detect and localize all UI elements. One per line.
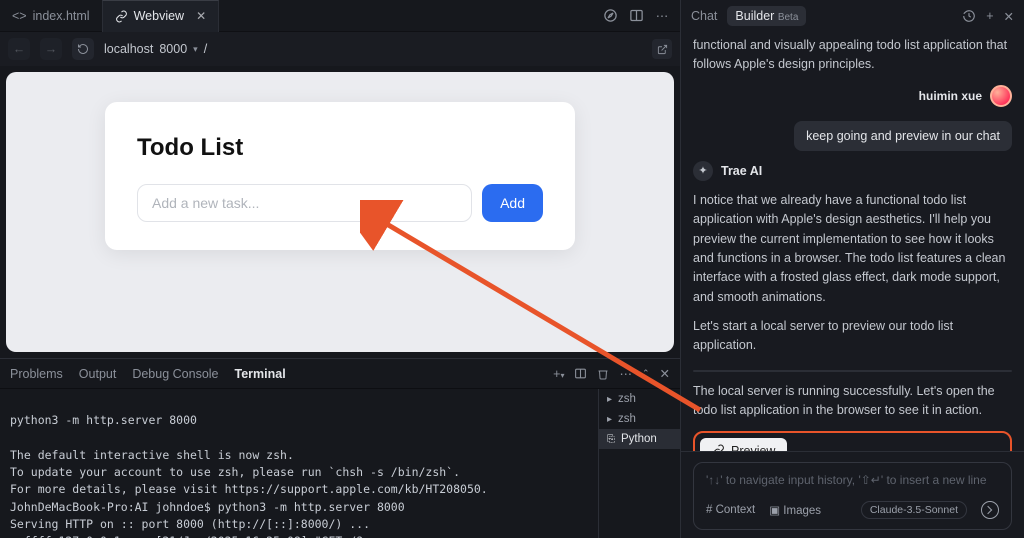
code-icon: <> bbox=[12, 9, 27, 23]
ai-name: Trae AI bbox=[721, 164, 762, 178]
terminal-session-python[interactable]: ⎘Python bbox=[599, 429, 680, 449]
reload-button[interactable] bbox=[72, 38, 94, 60]
bottom-panel: Problems Output Debug Console Terminal +… bbox=[0, 358, 680, 538]
chat-scroll[interactable]: functional and visually appealing todo l… bbox=[681, 32, 1024, 451]
url-host[interactable]: localhost bbox=[104, 42, 153, 56]
code-block: ▸ AI/ Terminal › python3 -m http.server … bbox=[693, 370, 1012, 372]
add-button[interactable]: Add bbox=[482, 184, 543, 222]
user-message: keep going and preview in our chat bbox=[794, 121, 1012, 151]
images-button[interactable]: ▣ Images bbox=[769, 503, 821, 517]
open-external-icon[interactable] bbox=[652, 39, 672, 59]
model-selector[interactable]: Claude-3.5-Sonnet bbox=[861, 501, 967, 519]
context-button[interactable]: # Context bbox=[706, 504, 755, 516]
webview-viewport: Todo List Add bbox=[6, 72, 674, 352]
link-icon bbox=[712, 444, 725, 451]
chevron-down-icon[interactable]: ▾ bbox=[193, 44, 198, 55]
split-terminal-icon[interactable] bbox=[574, 367, 587, 380]
close-icon[interactable]: ✕ bbox=[660, 366, 670, 381]
mode-chat[interactable]: Chat bbox=[691, 9, 717, 23]
panel-tab-problems[interactable]: Problems bbox=[10, 367, 63, 381]
page-title: Todo List bbox=[137, 134, 543, 162]
url-path[interactable]: / bbox=[204, 42, 207, 56]
panel-tab-debug[interactable]: Debug Console bbox=[132, 367, 218, 381]
terminal-session-zsh[interactable]: ▸zsh bbox=[599, 389, 680, 409]
link-icon bbox=[115, 10, 128, 23]
send-button[interactable] bbox=[981, 501, 999, 519]
terminal-session-zsh[interactable]: ▸zsh bbox=[599, 409, 680, 429]
panel-tab-output[interactable]: Output bbox=[79, 367, 117, 381]
url-port[interactable]: 8000 bbox=[159, 42, 187, 56]
more-icon[interactable]: ⋯ bbox=[654, 8, 670, 24]
assistant-text: I notice that we already have a function… bbox=[693, 191, 1012, 307]
tab-index-html[interactable]: <> index.html bbox=[0, 0, 102, 32]
close-icon[interactable]: ✕ bbox=[1004, 9, 1014, 24]
tab-webview[interactable]: Webview ✕ bbox=[102, 0, 220, 32]
terminal-output[interactable]: python3 -m http.server 8000 The default … bbox=[0, 389, 598, 538]
compass-icon[interactable] bbox=[602, 8, 618, 24]
more-icon[interactable]: ⋯ bbox=[619, 366, 632, 381]
user-name: huimin xue bbox=[919, 89, 982, 103]
nav-back-button[interactable]: ← bbox=[8, 38, 30, 60]
add-terminal-icon[interactable]: +▾ bbox=[553, 367, 564, 381]
annotation-highlight: Preview bbox=[693, 431, 1012, 452]
assistant-text: The local server is running successfully… bbox=[693, 382, 1012, 421]
close-icon[interactable]: ✕ bbox=[196, 9, 206, 23]
assistant-text-partial: functional and visually appealing todo l… bbox=[693, 36, 1012, 75]
chevron-up-icon[interactable]: ⌃ bbox=[642, 368, 650, 379]
split-editor-icon[interactable] bbox=[628, 8, 644, 24]
panel-tab-terminal[interactable]: Terminal bbox=[235, 367, 286, 381]
trash-icon[interactable] bbox=[597, 368, 609, 380]
chat-header: Chat Builder Beta + ✕ bbox=[681, 0, 1024, 32]
history-icon[interactable] bbox=[962, 9, 976, 24]
webview-address-bar: ← → localhost 8000 ▾ / bbox=[0, 32, 680, 66]
assistant-text: Let's start a local server to preview ou… bbox=[693, 317, 1012, 356]
preview-button[interactable]: Preview bbox=[700, 438, 787, 452]
avatar bbox=[990, 85, 1012, 107]
chat-input-placeholder: '↑↓' to navigate input history, '⇧↵' to … bbox=[706, 473, 999, 487]
new-chat-icon[interactable]: + bbox=[986, 9, 993, 24]
new-task-input[interactable] bbox=[137, 184, 472, 222]
terminal-session-list: ▸zsh ▸zsh ⎘Python bbox=[598, 389, 680, 538]
link-icon: ⎘ bbox=[607, 434, 615, 445]
todo-card: Todo List Add bbox=[105, 102, 575, 250]
editor-tab-bar: <> index.html Webview ✕ ⋯ bbox=[0, 0, 680, 32]
nav-forward-button[interactable]: → bbox=[40, 38, 62, 60]
ai-avatar: ✦ bbox=[693, 161, 713, 181]
mode-builder[interactable]: Builder Beta bbox=[727, 6, 806, 26]
chat-input[interactable]: '↑↓' to navigate input history, '⇧↵' to … bbox=[693, 462, 1012, 530]
tab-label: index.html bbox=[33, 9, 90, 23]
tab-label: Webview bbox=[134, 9, 184, 23]
chat-input-area: '↑↓' to navigate input history, '⇧↵' to … bbox=[681, 451, 1024, 538]
